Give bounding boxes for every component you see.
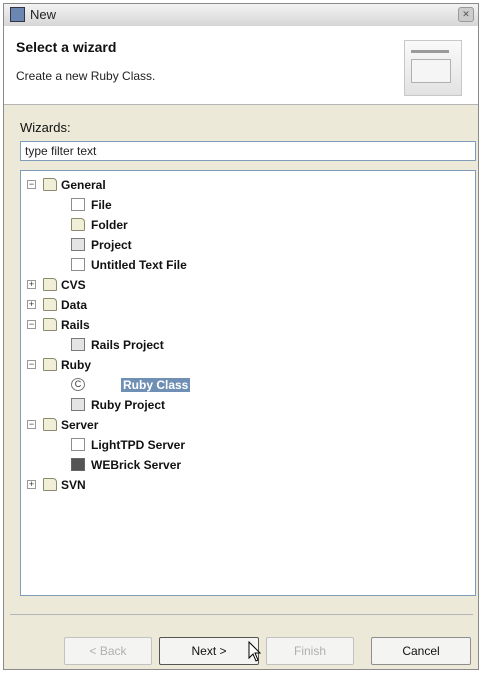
tree-item-label: Ruby Project bbox=[91, 398, 166, 412]
close-icon[interactable]: ✕ bbox=[458, 7, 474, 22]
filter-input[interactable] bbox=[20, 141, 476, 161]
tree-item-label: Untitled Text File bbox=[91, 258, 187, 272]
ruby-class-icon: C bbox=[71, 378, 85, 391]
title-bar: New ✕ bbox=[4, 4, 478, 27]
tree-item-untitled-text-file[interactable]: Untitled Text File bbox=[21, 255, 475, 275]
back-button[interactable]: < Back bbox=[64, 637, 152, 665]
wizard-header: Select a wizard Create a new Ruby Class. bbox=[4, 26, 478, 105]
tree-item-label: File bbox=[91, 198, 112, 212]
tree-item-label: SVN bbox=[61, 478, 86, 492]
header-description: Create a new Ruby Class. bbox=[16, 69, 156, 83]
folder-icon bbox=[71, 218, 85, 231]
tree-item-label: Rails bbox=[61, 318, 90, 332]
tree-item-rails-project[interactable]: Rails Project bbox=[21, 335, 475, 355]
file-icon bbox=[71, 198, 85, 211]
collapse-icon[interactable]: − bbox=[27, 420, 36, 429]
folder-icon bbox=[43, 298, 57, 311]
tree-item-rails[interactable]: − Rails bbox=[21, 315, 475, 335]
tree-item-cvs[interactable]: + CVS bbox=[21, 275, 475, 295]
webrick-server-icon bbox=[71, 458, 85, 471]
expand-icon[interactable]: + bbox=[27, 280, 36, 289]
tree-item-server[interactable]: − Server bbox=[21, 415, 475, 435]
tree-item-project[interactable]: Project bbox=[21, 235, 475, 255]
collapse-icon[interactable]: − bbox=[27, 320, 36, 329]
tree-item-label: General bbox=[61, 178, 106, 192]
collapse-icon[interactable]: − bbox=[27, 360, 36, 369]
tree-item-ruby-project[interactable]: Ruby Project bbox=[21, 395, 475, 415]
ruby-project-icon bbox=[71, 398, 85, 411]
new-wizard-dialog: New ✕ Select a wizard Create a new Ruby … bbox=[3, 3, 479, 670]
folder-icon bbox=[43, 318, 57, 331]
tree-item-label: Data bbox=[61, 298, 88, 312]
tree-item-webrick-server[interactable]: WEBrick Server bbox=[21, 455, 475, 475]
folder-icon bbox=[43, 418, 57, 431]
tree-item-label: Ruby bbox=[61, 358, 91, 372]
tree-item-ruby-class[interactable]: C Ruby Class bbox=[21, 375, 475, 395]
button-bar-separator bbox=[10, 614, 473, 615]
tree-item-label: Folder bbox=[91, 218, 128, 232]
window-icon bbox=[10, 7, 25, 22]
header-title: Select a wizard bbox=[16, 39, 117, 55]
expand-icon[interactable]: + bbox=[27, 480, 36, 489]
project-icon bbox=[71, 238, 85, 251]
tree-item-lighttpd-server[interactable]: LightTPD Server bbox=[21, 435, 475, 455]
tree-item-folder[interactable]: Folder bbox=[21, 215, 475, 235]
tree-item-label: Server bbox=[61, 418, 99, 432]
wizard-tree[interactable]: − General File Folder Project Untitled T… bbox=[20, 170, 476, 596]
window-title: New bbox=[30, 7, 57, 22]
tree-item-label: CVS bbox=[61, 278, 86, 292]
rails-project-icon bbox=[71, 338, 85, 351]
tree-item-file[interactable]: File bbox=[21, 195, 475, 215]
wizards-label: Wizards: bbox=[20, 120, 71, 135]
lighttpd-server-icon bbox=[71, 438, 85, 451]
tree-item-ruby[interactable]: − Ruby bbox=[21, 355, 475, 375]
tree-item-label: Ruby Class bbox=[121, 378, 191, 392]
cancel-button[interactable]: Cancel bbox=[371, 637, 471, 665]
tree-item-label: LightTPD Server bbox=[91, 438, 186, 452]
expand-icon[interactable]: + bbox=[27, 300, 36, 309]
tree-item-general[interactable]: − General bbox=[21, 175, 475, 195]
tree-item-label: WEBrick Server bbox=[91, 458, 182, 472]
tree-item-data[interactable]: + Data bbox=[21, 295, 475, 315]
tree-item-svn[interactable]: + SVN bbox=[21, 475, 475, 495]
mouse-cursor-icon bbox=[248, 641, 262, 662]
folder-icon bbox=[43, 278, 57, 291]
folder-icon bbox=[43, 178, 57, 191]
tree-item-label: Project bbox=[91, 238, 132, 252]
collapse-icon[interactable]: − bbox=[27, 180, 36, 189]
wizard-banner-icon bbox=[404, 40, 462, 96]
folder-icon bbox=[43, 358, 57, 371]
finish-button[interactable]: Finish bbox=[266, 637, 354, 665]
tree-item-label: Rails Project bbox=[91, 338, 164, 352]
folder-icon bbox=[43, 478, 57, 491]
next-button[interactable]: Next > bbox=[159, 637, 259, 665]
text-file-icon bbox=[71, 258, 85, 271]
